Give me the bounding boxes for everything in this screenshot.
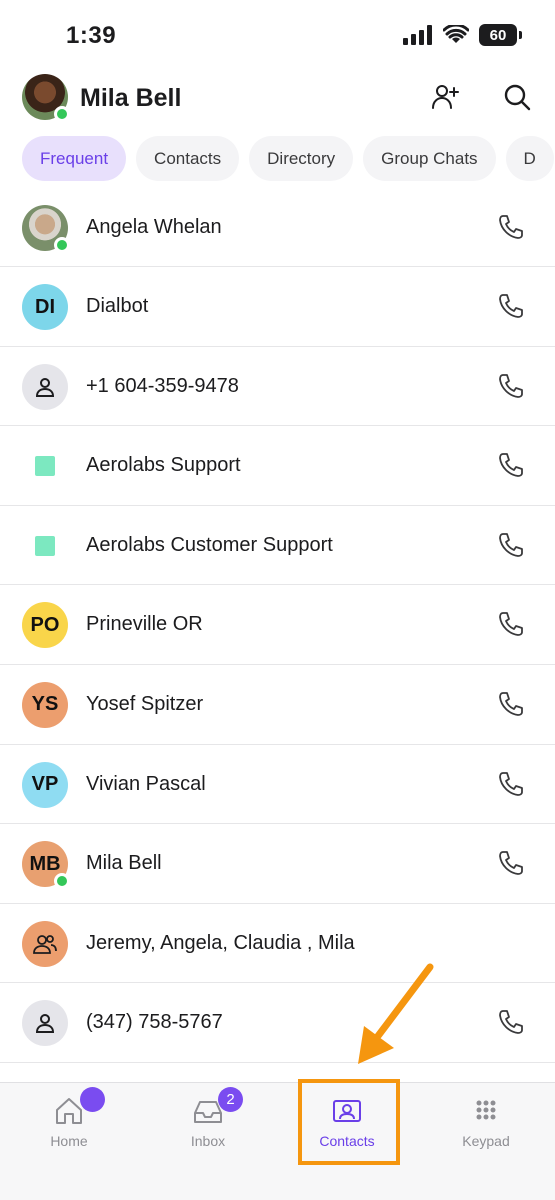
phone-icon[interactable] <box>497 610 525 638</box>
status-icons: 60 <box>403 24 522 46</box>
group-icon <box>33 934 57 954</box>
avatar-initials: PO <box>22 602 68 649</box>
contact-name: Aerolabs Support <box>86 454 241 477</box>
phone-icon[interactable] <box>497 531 525 559</box>
add-contact-button[interactable] <box>428 80 462 114</box>
list-item[interactable]: VP Vivian Pascal <box>0 745 555 825</box>
battery-icon: 60 <box>479 24 522 46</box>
status-time: 1:39 <box>66 22 117 49</box>
avatar-initials: MB <box>22 841 70 890</box>
wifi-icon <box>443 25 469 43</box>
tab-contacts[interactable]: Contacts <box>136 136 240 181</box>
list-item[interactable]: Aerolabs Customer Support <box>0 506 555 586</box>
list-item[interactable]: YS Yosef Spitzer <box>0 665 555 745</box>
online-status-dot <box>54 237 70 253</box>
square-avatar <box>35 535 55 556</box>
tab-inbox-label: Inbox <box>190 1133 226 1149</box>
square-avatar <box>35 456 55 477</box>
contact-name: Aerolabs Customer Support <box>86 533 333 556</box>
phone-icon[interactable] <box>497 372 525 400</box>
annotation-highlight-box <box>298 1079 400 1165</box>
avatar-initials: VP <box>22 761 68 808</box>
contact-name: +1 604-359-9478 <box>86 374 239 397</box>
avatar-initials: YS <box>22 681 68 728</box>
contact-name: Prineville OR <box>86 613 203 636</box>
phone-icon[interactable] <box>497 690 525 718</box>
online-status-dot <box>54 106 70 122</box>
list-item[interactable]: (347) 758-5767 <box>0 983 555 1063</box>
header: Mila Bell <box>0 74 555 126</box>
phone-icon[interactable] <box>497 451 525 479</box>
list-item[interactable]: +1 604-359-9478 <box>0 347 555 427</box>
person-icon <box>35 377 55 397</box>
tab-inbox[interactable]: Inbox <box>148 1095 268 1149</box>
tab-group-chats[interactable]: Group Chats <box>363 136 496 181</box>
phone-icon[interactable] <box>497 213 525 241</box>
contact-name: Vivian Pascal <box>86 772 206 795</box>
tab-directory[interactable]: Directory <box>249 136 354 181</box>
contact-list: Angela Whelan DI Dialbot +1 604-359-9478… <box>0 188 555 1063</box>
user-name: Mila Bell <box>80 84 182 112</box>
keypad-icon <box>476 1100 496 1120</box>
list-item[interactable]: MB Mila Bell <box>0 824 555 904</box>
list-item[interactable]: Jeremy, Angela, Claudia , Mila <box>0 904 555 984</box>
phone-icon[interactable] <box>497 770 525 798</box>
avatar <box>22 920 68 967</box>
list-item[interactable]: Aerolabs Support <box>0 426 555 506</box>
contact-name: Mila Bell <box>86 852 162 875</box>
tab-keypad[interactable]: Keypad <box>426 1095 546 1149</box>
search-icon <box>504 84 531 111</box>
tab-home[interactable]: Home <box>9 1095 129 1149</box>
home-notification-dot <box>80 1087 105 1112</box>
avatar <box>22 1000 68 1047</box>
inbox-badge: 2 <box>218 1087 243 1112</box>
avatar <box>22 363 68 410</box>
contact-name: Yosef Spitzer <box>86 692 204 715</box>
list-item[interactable]: DI Dialbot <box>0 267 555 347</box>
contact-name: Angela Whelan <box>86 216 222 238</box>
list-item[interactable]: PO Prineville OR <box>0 585 555 665</box>
filter-tabs: Frequent Contacts Directory Group Chats … <box>0 136 555 181</box>
person-icon <box>35 1014 55 1034</box>
search-button[interactable] <box>500 80 534 114</box>
phone-icon[interactable] <box>497 849 525 877</box>
tab-frequent[interactable]: Frequent <box>22 136 127 181</box>
avatar[interactable] <box>22 74 70 122</box>
phone-icon[interactable] <box>497 1008 525 1036</box>
avatar-initials: DI <box>22 284 68 330</box>
tab-keypad-label: Keypad <box>462 1133 510 1149</box>
contact-name: Dialbot <box>86 295 149 317</box>
list-item[interactable]: Angela Whelan <box>0 188 555 267</box>
annotation-arrow <box>358 963 434 1064</box>
status-bar: 1:39 60 <box>0 0 555 70</box>
tab-partial[interactable]: D <box>505 136 554 181</box>
signal-icon <box>403 25 432 45</box>
phone-icon[interactable] <box>497 292 525 320</box>
add-person-icon <box>432 85 459 109</box>
tab-home-label: Home <box>50 1133 88 1149</box>
contact-name: (347) 758-5767 <box>86 1011 223 1034</box>
avatar <box>22 205 70 253</box>
online-status-dot <box>54 873 70 890</box>
contact-name: Jeremy, Angela, Claudia , Mila <box>86 931 355 954</box>
